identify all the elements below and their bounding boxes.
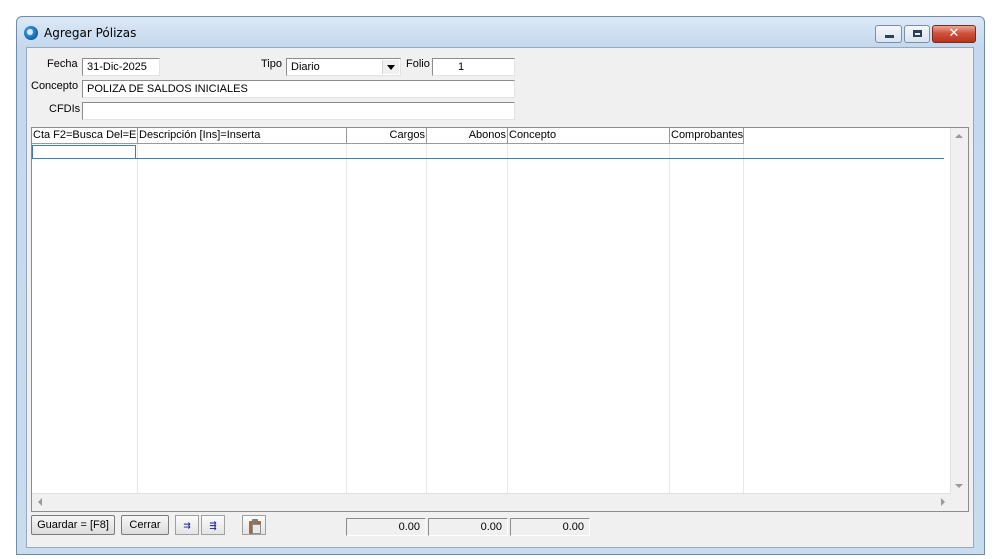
active-grid-cell[interactable] <box>32 145 136 159</box>
append-row-icon: ⇶ <box>209 518 217 532</box>
grid-column-divider <box>743 144 744 494</box>
folio-label: Folio <box>406 58 430 70</box>
agregar-polizas-window: Agregar Pólizas ✕ Fecha 31-Dic-2025 Tipo… <box>16 16 985 555</box>
clipboard-icon <box>246 518 262 534</box>
tipo-dropdown[interactable]: Diario <box>286 58 401 76</box>
col-header-cargos[interactable]: Cargos <box>347 128 427 144</box>
table-row[interactable] <box>32 158 944 159</box>
guardar-button[interactable]: Guardar = [F8] <box>31 515 115 535</box>
close-button[interactable]: ✕ <box>932 25 976 43</box>
append-row-button[interactable]: ⇶ <box>201 515 225 535</box>
app-icon <box>24 26 38 40</box>
cerrar-button[interactable]: Cerrar <box>121 515 169 535</box>
grid-column-divider <box>426 144 427 494</box>
grid-column-divider <box>669 144 670 494</box>
total-abonos: 0.00 <box>428 518 508 536</box>
title-bar[interactable]: Agregar Pólizas ✕ <box>17 17 984 47</box>
horizontal-scrollbar[interactable] <box>32 493 951 511</box>
tipo-selected-value: Diario <box>291 61 320 73</box>
minimize-icon <box>885 35 894 38</box>
total-diferencia: 0.00 <box>510 518 590 536</box>
total-cargos: 0.00 <box>346 518 426 536</box>
insert-row-icon: ⇉ <box>183 518 191 532</box>
col-header-cuenta[interactable]: Cta F2=Busca Del=Elimina <box>32 128 138 144</box>
fecha-label: Fecha <box>47 58 78 70</box>
fecha-field[interactable]: 31-Dic-2025 <box>82 58 160 76</box>
grid-header: Cta F2=Busca Del=Elimina Descripción [In… <box>32 128 944 144</box>
concepto-label: Concepto <box>31 80 79 92</box>
scroll-down-icon[interactable] <box>955 484 963 488</box>
vertical-scrollbar[interactable] <box>950 128 968 494</box>
tipo-label: Tipo <box>261 58 282 70</box>
paste-button[interactable] <box>242 515 266 535</box>
grid-column-divider <box>137 144 138 494</box>
folio-field[interactable]: 1 <box>432 58 515 76</box>
grid-column-divider <box>507 144 508 494</box>
window-title: Agregar Pólizas <box>44 26 137 40</box>
col-header-comprobantes[interactable]: Comprobantes <box>670 128 744 144</box>
cfdis-field[interactable] <box>82 102 515 120</box>
col-header-abonos[interactable]: Abonos <box>427 128 508 144</box>
close-icon: ✕ <box>948 26 960 41</box>
cfdis-label: CFDIs <box>49 103 81 115</box>
scrollbar-corner <box>951 494 968 511</box>
concepto-field[interactable]: POLIZA DE SALDOS INICIALES <box>82 80 515 98</box>
minimize-button[interactable] <box>875 25 902 43</box>
scroll-right-icon[interactable] <box>941 498 945 506</box>
polizas-grid[interactable]: Cta F2=Busca Del=Elimina Descripción [In… <box>31 127 969 512</box>
col-header-descripcion[interactable]: Descripción [Ins]=Inserta <box>138 128 347 144</box>
scroll-up-icon[interactable] <box>955 134 963 138</box>
scroll-left-icon[interactable] <box>38 498 42 506</box>
col-header-concepto[interactable]: Concepto <box>508 128 670 144</box>
grid-column-divider <box>346 144 347 494</box>
insert-row-button[interactable]: ⇉ <box>175 515 199 535</box>
maximize-button[interactable] <box>904 25 930 43</box>
maximize-icon <box>913 30 922 37</box>
chevron-down-icon[interactable] <box>382 60 399 74</box>
form-client-area: Fecha 31-Dic-2025 Tipo Diario Folio 1 Co… <box>26 47 974 548</box>
